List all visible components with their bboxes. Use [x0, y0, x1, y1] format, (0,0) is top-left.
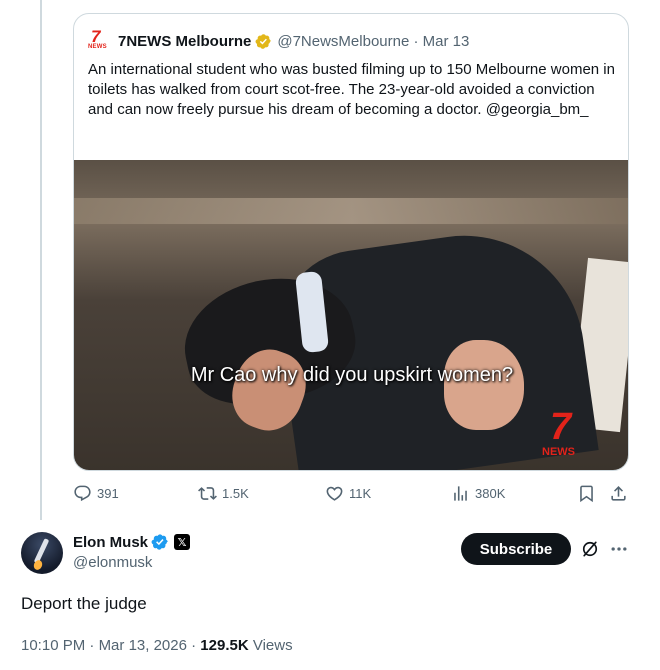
quoted-tweet-video[interactable]: Mr Cao why did you upskirt women? 7 NEWS	[74, 160, 628, 470]
verified-blue-badge-icon	[151, 534, 168, 550]
views-count: 380K	[475, 486, 506, 501]
reply-count: 391	[97, 486, 119, 501]
video-caption: Mr Cao why did you upskirt women?	[190, 364, 514, 386]
like-button[interactable]: 11K	[325, 484, 371, 503]
7news-logo-avatar[interactable]: 7 NEWS	[88, 28, 110, 50]
tweet-date[interactable]: Mar 13, 2026	[99, 637, 187, 654]
tweet-action-bar: 391 1.5K 11K 380K	[0, 484, 660, 506]
bookmark-icon	[580, 485, 593, 503]
7news-watermark-text: NEWS	[542, 446, 575, 458]
author-handle[interactable]: @elonmusk	[73, 554, 190, 571]
views-button[interactable]: 380K	[451, 484, 505, 503]
quoted-tweet-header: 7 NEWS 7NEWS Melbourne @7NewsMelbourne ·…	[88, 28, 470, 50]
share-button[interactable]	[609, 484, 628, 503]
video-background-band	[74, 198, 628, 224]
7news-watermark-seven: 7	[550, 406, 572, 448]
quoted-tweet-text: An international student who was busted …	[88, 61, 615, 118]
tweet-meta: 10:10 PM · Mar 13, 2026 · 129.5K Views	[21, 637, 293, 654]
quoted-author-handle[interactable]: @7NewsMelbourne	[277, 33, 409, 50]
like-count: 11K	[349, 486, 372, 501]
7news-logo-seven: 7	[91, 27, 101, 46]
tweet-views-label: Views	[252, 637, 293, 654]
share-icon	[611, 486, 626, 501]
avatar[interactable]	[21, 532, 63, 574]
quoted-tweet-card[interactable]: 7 NEWS 7NEWS Melbourne @7NewsMelbourne ·…	[73, 13, 629, 471]
quoted-author-name[interactable]: 7NEWS Melbourne	[118, 33, 251, 50]
7news-watermark: 7 NEWS	[540, 408, 590, 460]
verified-gold-badge-icon	[255, 33, 272, 49]
tweet-author: Elon Musk 𝕏 @elonmusk	[21, 532, 191, 574]
quoted-tweet-date[interactable]: Mar 13	[423, 33, 470, 50]
7news-logo-text: NEWS	[88, 44, 107, 50]
tweet-time[interactable]: 10:10 PM	[21, 637, 85, 654]
reply-button[interactable]: 391	[73, 484, 119, 503]
meta-separator: ·	[191, 637, 201, 654]
reply-icon	[74, 485, 91, 502]
repost-icon	[198, 487, 217, 500]
x-affiliate-badge-icon[interactable]: 𝕏	[174, 534, 191, 550]
repost-count: 1.5K	[222, 486, 249, 501]
repost-button[interactable]: 1.5K	[198, 484, 249, 503]
bookmark-button[interactable]	[577, 484, 596, 503]
separator-dot: ·	[409, 32, 423, 50]
views-icon	[454, 486, 467, 501]
meta-separator: ·	[89, 637, 99, 654]
author-name-row: Elon Musk 𝕏	[73, 532, 191, 552]
grok-icon[interactable]	[580, 539, 600, 559]
author-name[interactable]: Elon Musk	[73, 534, 148, 551]
author-info: Elon Musk 𝕏 @elonmusk	[73, 532, 191, 571]
thread-connector-line	[40, 0, 42, 520]
tweet-views-count: 129.5K	[200, 637, 249, 654]
subscribe-button[interactable]: Subscribe	[461, 533, 571, 565]
more-icon[interactable]	[608, 539, 630, 559]
like-icon	[326, 486, 343, 501]
tweet-text: Deport the judge	[21, 594, 147, 613]
